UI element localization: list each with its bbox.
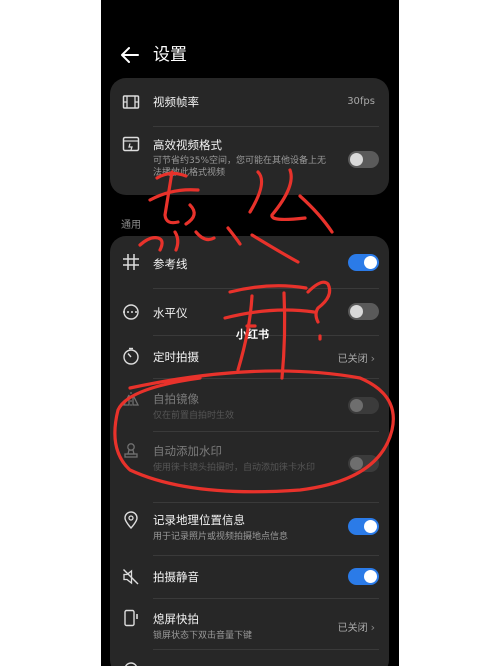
partial-row-icon <box>125 662 137 666</box>
mute-label: 拍摄静音 <box>153 570 199 584</box>
snapshot-desc: 锁屏状态下双击音量下键 <box>153 631 253 641</box>
toggle-knob <box>350 305 363 318</box>
mute-icon <box>123 569 139 585</box>
mirror-label: 自拍镜像 <box>153 392 199 406</box>
toggle-knob <box>364 570 377 583</box>
level-icon <box>123 304 139 320</box>
video-format-icon <box>122 136 140 152</box>
toggle-knob <box>350 153 363 166</box>
header: 设置 <box>101 38 399 74</box>
efficient-format-desc: 可节省约35%空间，您可能在其他设备上无法播放此格式视频 <box>153 156 327 178</box>
frame-rate-row[interactable]: 视频帧率 30fps <box>110 78 389 126</box>
grid-row: 参考线 <box>110 236 389 288</box>
back-arrow-icon[interactable] <box>119 44 141 66</box>
efficient-format-label: 高效视频格式 <box>153 138 222 152</box>
level-label: 水平仪 <box>153 306 188 320</box>
watermark-label: 自动添加水印 <box>153 444 222 458</box>
video-settings-card: 视频帧率 30fps 高效视频格式 可节省约35%空间，您可能在其他设备上无法播… <box>110 78 389 195</box>
efficient-format-toggle[interactable] <box>348 151 379 168</box>
settings-screen: 设置 视频帧率 30fps 高效视频格式 可节省约35%空间，您可能在其他设备上… <box>101 0 399 666</box>
chevron-right-icon: › <box>370 621 375 634</box>
mirror-row: 自拍镜像 仅在前置自拍时生效 <box>110 379 389 431</box>
frame-rate-value: 30fps <box>347 96 375 107</box>
mute-row: 拍摄静音 <box>110 556 389 598</box>
frame-rate-label: 视频帧率 <box>153 95 199 109</box>
watermark-desc: 使用徕卡镜头拍摄时，自动添加徕卡水印 <box>153 463 316 473</box>
timer-label: 定时拍摄 <box>153 350 199 364</box>
timer-value-wrap: 已关闭 › <box>338 350 375 365</box>
toggle-knob <box>364 256 377 269</box>
snapshot-value-wrap: 已关闭 › <box>338 619 375 634</box>
timer-value: 已关闭 <box>337 354 368 365</box>
mirror-toggle[interactable] <box>348 397 379 414</box>
mirror-desc: 仅在前置自拍时生效 <box>153 411 235 421</box>
level-toggle[interactable] <box>348 303 379 320</box>
film-icon <box>122 95 140 109</box>
timer-icon <box>123 347 139 365</box>
grid-icon <box>123 254 139 270</box>
location-toggle[interactable] <box>348 518 379 535</box>
snapshot-value: 已关闭 <box>337 623 368 634</box>
location-desc: 用于记录照片或视频拍摄地点信息 <box>153 532 289 542</box>
snapshot-row[interactable]: 熄屏快拍 锁屏状态下双击音量下键 已关闭 › <box>110 599 389 649</box>
xiaohongshu-watermark: 小红书 <box>236 328 269 341</box>
page-title: 设置 <box>153 45 187 65</box>
toggle-knob <box>350 457 363 470</box>
efficient-format-row: 高效视频格式 可节省约35%空间，您可能在其他设备上无法播放此格式视频 <box>110 127 389 195</box>
snapshot-label: 熄屏快拍 <box>153 612 199 626</box>
divider <box>153 649 379 650</box>
chevron-right-icon: › <box>370 352 375 365</box>
mirror-icon <box>122 392 140 408</box>
grid-toggle[interactable] <box>348 254 379 271</box>
toggle-knob <box>364 520 377 533</box>
grid-label: 参考线 <box>153 257 188 271</box>
watermark-toggle[interactable] <box>348 455 379 472</box>
location-pin-icon <box>124 511 138 529</box>
phone-volume-icon <box>124 609 138 627</box>
location-label: 记录地理位置信息 <box>153 513 245 527</box>
toggle-knob <box>350 399 363 412</box>
general-settings-card: 参考线 水平仪 定时拍摄 已关闭 › 自拍镜像 仅在前置自拍时生效 自动添加水印… <box>110 236 389 666</box>
timer-row[interactable]: 定时拍摄 已关闭 › <box>110 336 389 378</box>
stamp-icon <box>124 443 138 458</box>
watermark-row: 自动添加水印 使用徕卡镜头拍摄时，自动添加徕卡水印 <box>110 432 389 502</box>
section-general-label: 通用 <box>121 220 141 231</box>
mute-toggle[interactable] <box>348 568 379 585</box>
location-row: 记录地理位置信息 用于记录照片或视频拍摄地点信息 <box>110 503 389 555</box>
